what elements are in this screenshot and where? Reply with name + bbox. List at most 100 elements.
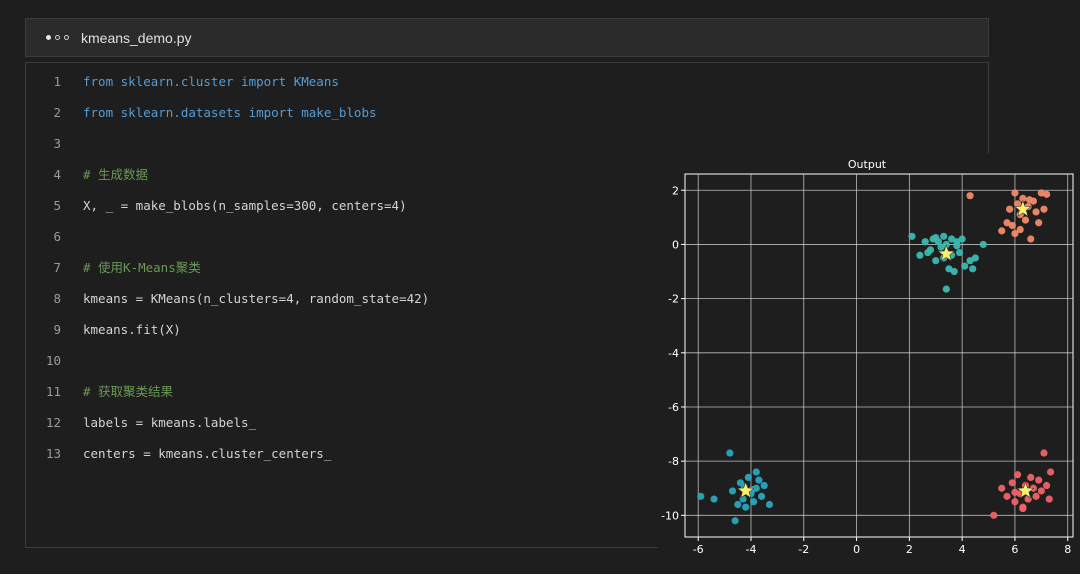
data-point	[990, 511, 998, 519]
data-point	[752, 468, 760, 476]
data-point	[961, 262, 969, 270]
data-point	[1043, 190, 1051, 198]
data-point	[757, 492, 766, 500]
data-point	[1021, 216, 1030, 224]
data-point	[932, 257, 940, 265]
line-number: 9	[53, 322, 61, 337]
line-number: 7	[53, 260, 61, 275]
data-point	[726, 449, 734, 457]
data-point	[1032, 492, 1040, 500]
y-tick-label: -4	[668, 347, 679, 360]
code-text: from sklearn.cluster import KMeans	[83, 74, 339, 89]
code-text: kmeans = KMeans(n_clusters=4, random_sta…	[83, 291, 430, 306]
output-panel: -6 -4 -2 0 2 4 6 8 2 0 -2 -4 -6 -8 -10 Output	[658, 153, 1080, 553]
code-text: from sklearn.datasets import make_blobs	[83, 105, 377, 120]
data-point	[731, 517, 739, 525]
line-number: 12	[45, 415, 61, 430]
data-point	[921, 238, 929, 246]
data-point	[979, 240, 987, 249]
data-point	[728, 487, 737, 495]
data-point	[908, 232, 916, 240]
data-point	[697, 492, 705, 500]
code-text: centers = kmeans.cluster_centers_	[83, 446, 332, 461]
window-dot[interactable]	[64, 35, 69, 40]
data-point	[1040, 205, 1048, 213]
code-text: kmeans.fit(X)	[83, 322, 181, 337]
x-tick-label: -4	[746, 543, 757, 553]
x-tick-label: 6	[1011, 543, 1018, 553]
y-tick-label: -2	[668, 293, 679, 306]
data-point	[1006, 205, 1014, 213]
data-point	[998, 484, 1006, 492]
data-point	[924, 248, 932, 257]
data-point	[755, 476, 763, 484]
data-point	[710, 495, 718, 503]
x-tick-label: 2	[906, 543, 913, 553]
data-point	[734, 500, 742, 509]
data-point	[955, 248, 964, 257]
data-point	[1003, 219, 1011, 227]
data-point	[1037, 487, 1045, 495]
data-point	[1003, 492, 1011, 500]
data-point	[760, 481, 768, 490]
data-point	[950, 267, 958, 276]
data-point	[1025, 196, 1034, 204]
file-tab-name[interactable]: kmeans_demo.py	[81, 30, 192, 46]
x-tick-label: 4	[959, 543, 966, 553]
data-point	[1040, 449, 1048, 457]
data-point	[953, 242, 961, 250]
data-point	[750, 498, 758, 506]
editor-titlebar: kmeans_demo.py	[25, 18, 989, 57]
window-dot[interactable]	[55, 35, 60, 40]
data-point	[1043, 481, 1051, 490]
data-point	[1035, 476, 1043, 484]
data-point	[765, 500, 774, 509]
data-point	[1027, 473, 1035, 482]
data-point	[1046, 468, 1055, 476]
y-tick-label: -6	[668, 401, 679, 414]
data-point	[1011, 488, 1019, 496]
data-point	[969, 265, 977, 273]
data-point	[1008, 479, 1016, 487]
code-text: labels = kmeans.labels_	[83, 415, 257, 430]
line-number: 3	[53, 136, 61, 151]
data-point	[1019, 504, 1027, 513]
data-point	[1027, 235, 1035, 243]
data-point	[932, 234, 940, 242]
y-tick-label: 0	[672, 238, 679, 251]
data-point	[1011, 189, 1019, 197]
line-number: 5	[53, 198, 61, 213]
x-tick-label: -2	[798, 543, 809, 553]
y-tick-label: 2	[672, 184, 679, 197]
data-point	[942, 285, 950, 293]
output-scatter-chart: -6 -4 -2 0 2 4 6 8 2 0 -2 -4 -6 -8 -10 Output	[661, 158, 1074, 553]
data-point	[742, 503, 750, 511]
y-tick-label: -8	[668, 455, 679, 468]
data-point	[971, 254, 979, 262]
data-point	[1045, 495, 1053, 503]
data-point	[1016, 225, 1024, 234]
data-point	[1032, 208, 1040, 216]
line-number: 2	[53, 105, 61, 120]
chart-title: Output	[848, 158, 887, 171]
x-tick-label: 0	[853, 543, 860, 553]
line-number: 4	[53, 167, 61, 182]
line-number: 1	[53, 74, 61, 89]
line-number: 8	[53, 291, 61, 306]
data-point	[744, 473, 752, 482]
line-number: 11	[45, 384, 61, 399]
line-number: 13	[45, 446, 61, 461]
x-tick-label: -6	[693, 543, 704, 553]
code-text: # 生成数据	[83, 167, 149, 182]
data-point	[1035, 219, 1043, 227]
data-point	[998, 227, 1006, 235]
code-text: X, _ = make_blobs(n_samples=300, centers…	[83, 198, 407, 213]
data-point	[958, 235, 966, 243]
line-number: 6	[53, 229, 61, 244]
window-dot-active[interactable]	[46, 35, 51, 40]
data-point	[966, 192, 974, 200]
data-point	[940, 232, 948, 240]
window-controls	[46, 35, 69, 40]
data-point	[1013, 471, 1022, 479]
data-point	[1011, 498, 1019, 506]
